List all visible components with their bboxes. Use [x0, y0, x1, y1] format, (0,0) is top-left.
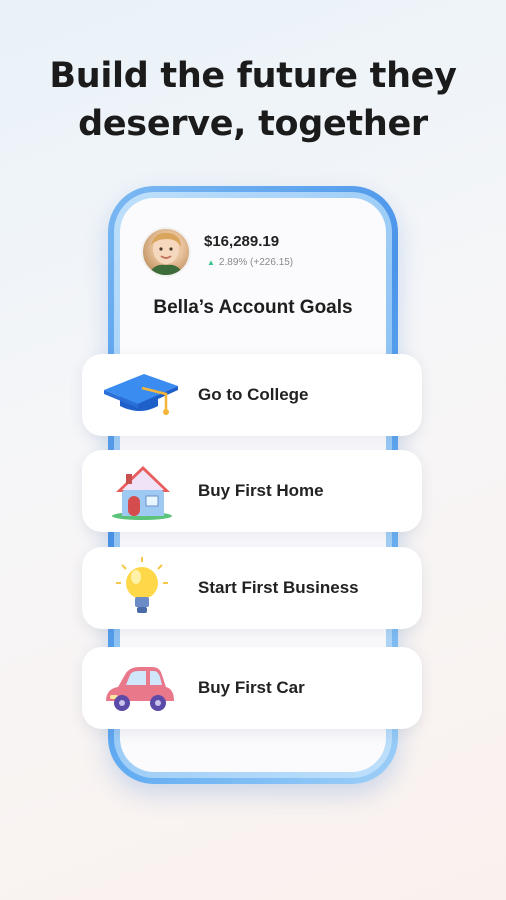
- up-arrow-icon: ▲: [207, 258, 215, 267]
- headline-line-2: deserve, together: [78, 104, 428, 144]
- house-icon: [100, 460, 180, 522]
- graduation-cap-icon: [100, 364, 180, 426]
- car-icon: [100, 657, 180, 719]
- goal-label: Go to College: [198, 385, 309, 404]
- goal-label: Start First Business: [198, 578, 359, 597]
- avatar[interactable]: [141, 227, 191, 277]
- goal-card-car[interactable]: Buy First Car: [82, 647, 422, 729]
- goal-card-college[interactable]: Go to College: [82, 354, 422, 436]
- balance-change-text: 2.89% (+226.15): [218, 257, 294, 268]
- page-headline: Build the future they deserve, together: [0, 52, 506, 148]
- child-avatar-icon: [149, 232, 183, 275]
- goals-title: Bella’s Account Goals: [153, 297, 353, 318]
- account-balance: $16,289.19: [204, 233, 280, 250]
- goal-card-home[interactable]: Buy First Home: [82, 450, 422, 532]
- headline-line-1: Build the future they: [49, 56, 457, 96]
- goal-label: Buy First Home: [198, 481, 324, 500]
- goal-label: Buy First Car: [198, 678, 305, 697]
- goal-card-business[interactable]: Start First Business: [82, 547, 422, 629]
- balance-change: ▲ 2.89% (+226.15): [207, 257, 293, 268]
- lightbulb-icon: [100, 557, 180, 619]
